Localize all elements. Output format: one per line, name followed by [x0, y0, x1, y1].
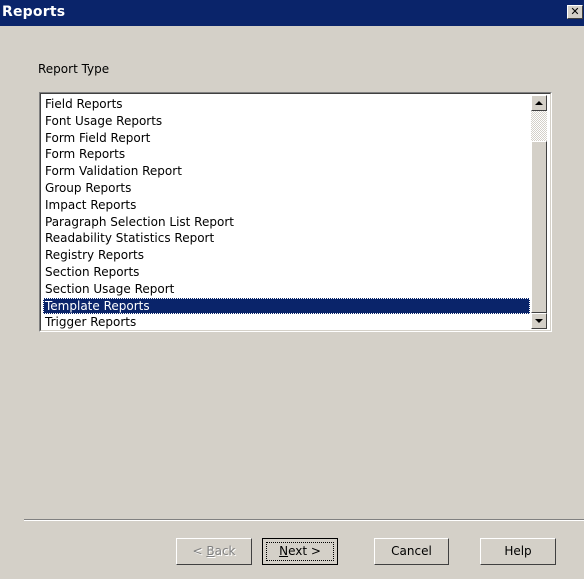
scroll-up-button[interactable] — [531, 95, 547, 111]
report-type-listbox[interactable]: Field Reports Font Usage Reports Form Fiel… — [39, 92, 552, 332]
next-button[interactable]: Next > — [262, 538, 338, 565]
window-title: Reports — [2, 4, 66, 20]
close-icon: ✕ — [570, 5, 580, 18]
vertical-scrollbar[interactable] — [531, 95, 547, 329]
report-type-list[interactable]: Field Reports Font Usage Reports Form Fiel… — [43, 96, 530, 331]
cancel-button[interactable]: Cancel — [374, 538, 449, 565]
separator-line — [24, 519, 584, 521]
list-item[interactable]: Readability Statistics Report — [43, 230, 530, 247]
back-button[interactable]: < Back — [176, 538, 252, 565]
list-item[interactable]: Template Reports — [43, 297, 530, 315]
list-item[interactable]: Impact Reports — [43, 197, 530, 214]
list-item[interactable]: Trigger Reports — [43, 314, 530, 331]
list-item[interactable]: Form Reports — [43, 146, 530, 163]
list-item[interactable]: Font Usage Reports — [43, 113, 530, 130]
close-button[interactable]: ✕ — [567, 5, 583, 19]
report-type-label: Report Type — [38, 62, 110, 76]
arrow-up-icon — [535, 101, 543, 105]
title-bar[interactable]: Reports ✕ — [0, 0, 584, 26]
list-item[interactable]: Registry Reports — [43, 247, 530, 264]
scroll-thumb[interactable] — [531, 141, 547, 313]
list-item[interactable]: Section Reports — [43, 264, 530, 281]
list-item[interactable]: Paragraph Selection List Report — [43, 214, 530, 231]
scroll-down-button[interactable] — [531, 313, 547, 329]
list-item[interactable]: Section Usage Report — [43, 281, 530, 298]
list-item[interactable]: Group Reports — [43, 180, 530, 197]
reports-dialog: Reports ✕ Report Type Field Reports Font … — [0, 0, 584, 579]
help-button[interactable]: Help — [480, 538, 556, 565]
list-item[interactable]: Field Reports — [43, 96, 530, 113]
focus-ring — [266, 542, 334, 561]
arrow-down-icon — [535, 319, 543, 323]
scroll-track[interactable] — [531, 111, 547, 141]
list-item[interactable]: Form Validation Report — [43, 163, 530, 180]
list-item[interactable]: Form Field Report — [43, 130, 530, 147]
